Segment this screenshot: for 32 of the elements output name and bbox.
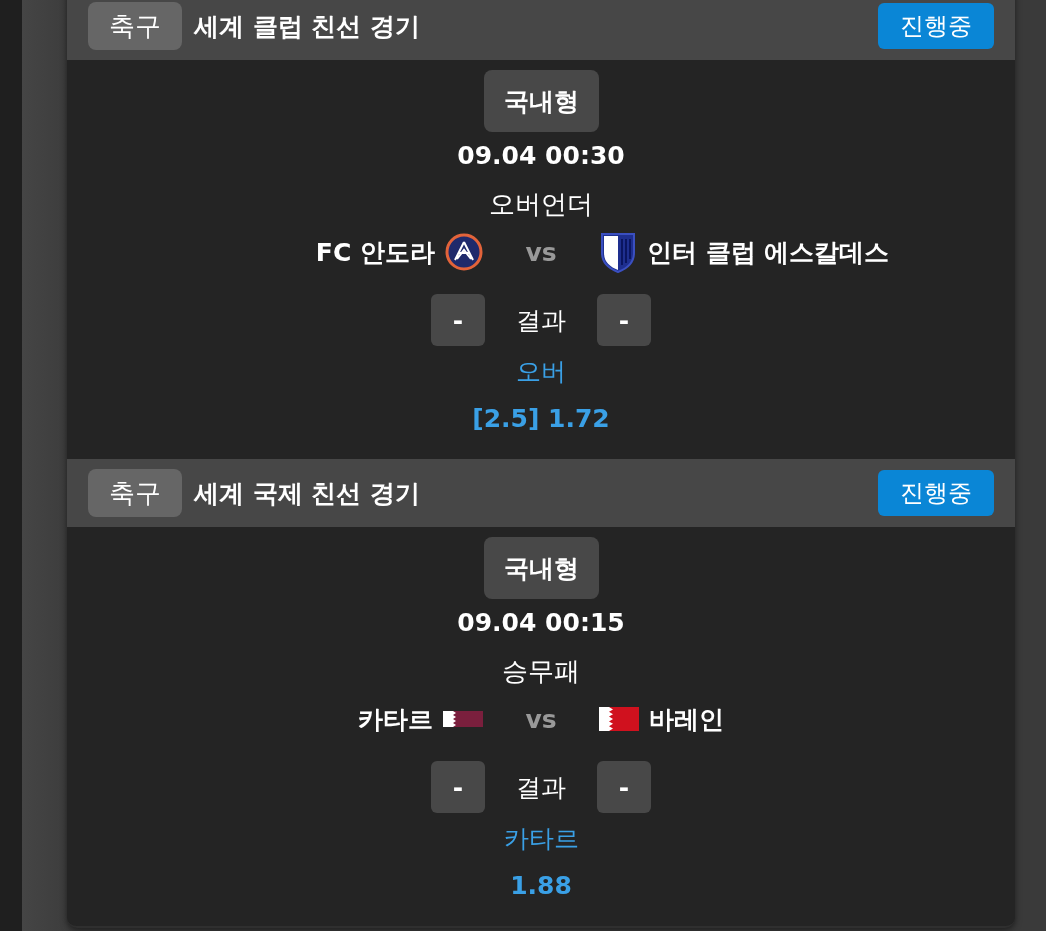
- league-name: 세계 클럽 친선 경기: [194, 10, 422, 43]
- bet-odds: [2.5] 1.72: [472, 403, 610, 435]
- home-team: FC 안도라: [315, 236, 435, 269]
- bet-pick: 오버: [516, 356, 566, 388]
- sport-tag: 축구: [88, 469, 182, 517]
- status-badge: 진행중: [878, 3, 994, 49]
- home-score: -: [431, 294, 485, 346]
- match-time: 09.04 00:30: [457, 140, 625, 172]
- result-label: 결과: [515, 304, 567, 337]
- away-score: -: [597, 761, 651, 813]
- bet-odds: 1.88: [510, 870, 572, 902]
- market-name: 승무패: [502, 655, 580, 687]
- market-name: 오버언더: [489, 188, 593, 220]
- status-badge: 진행중: [878, 470, 994, 516]
- flag-icon: [443, 711, 483, 727]
- versus-label: vs: [524, 237, 558, 267]
- match-time: 09.04 00:15: [457, 607, 625, 639]
- result-label: 결과: [515, 771, 567, 804]
- home-score: -: [431, 761, 485, 813]
- away-score: -: [597, 294, 651, 346]
- flag-icon: [599, 707, 639, 731]
- versus-label: vs: [524, 704, 558, 734]
- bet-type-tag: 국내형: [483, 70, 599, 132]
- sport-tag: 축구: [88, 2, 182, 50]
- league-name: 세계 국제 친선 경기: [194, 477, 422, 510]
- bet-pick: 카타르: [503, 823, 579, 855]
- away-team: 바레인: [649, 703, 724, 736]
- home-team: 카타르: [358, 703, 433, 736]
- bet-type-tag: 국내형: [483, 537, 599, 599]
- away-team: 인터 클럽 에스칼데스: [647, 236, 890, 269]
- shield-icon: [599, 231, 637, 273]
- crest-icon: [445, 233, 483, 271]
